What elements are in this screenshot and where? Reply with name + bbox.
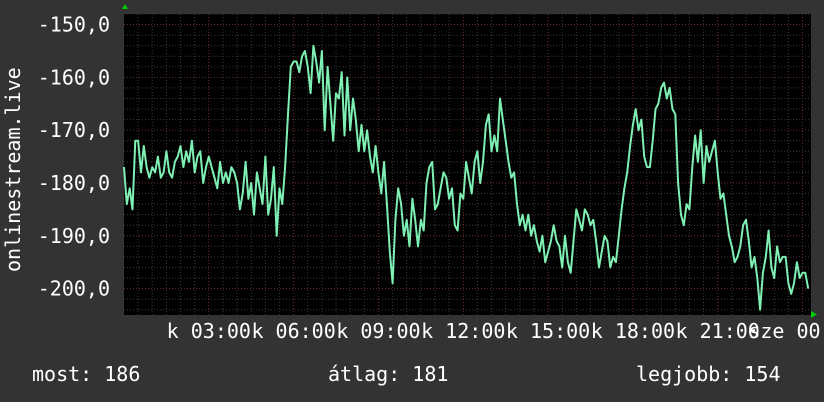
- x-tick-label: k 18:00: [591, 319, 675, 343]
- vertical-axis-label: onlinestream.live: [1, 67, 25, 272]
- x-tick-label: k 09:00: [336, 319, 420, 343]
- stat-average: átlag: 181: [328, 362, 449, 386]
- stat-current: most: 186: [32, 362, 141, 386]
- y-tick-label: -190,0: [38, 224, 110, 248]
- x-tick-label: k 12:00: [421, 319, 505, 343]
- y-tick-label: -200,0: [38, 277, 110, 301]
- y-tick-label: -180,0: [38, 171, 110, 195]
- x-tick-label: k 03:00: [167, 319, 251, 343]
- x-tick-label: sze 00:00: [748, 319, 824, 343]
- x-tick-label: k 15:00: [506, 319, 590, 343]
- x-axis-labels: k 03:00 k 06:00 k 09:00 k 12:00 k 15:00 k 18:…: [167, 319, 824, 343]
- x-tick-label: k 06:00: [251, 319, 335, 343]
- y-tick-label: -170,0: [38, 118, 110, 142]
- x-axis-arrow: [811, 311, 817, 318]
- y-tick-label: -150,0: [38, 13, 110, 37]
- stat-best: legjobb: 154: [636, 362, 781, 386]
- chart-container: -150,0 -160,0 -170,0 -180,0 -190,0 -200,0 k 0…: [0, 0, 824, 402]
- chart: -150,0 -160,0 -170,0 -180,0 -190,0 -200,0 k 0…: [1, 4, 824, 343]
- x-tick-label: k 21:00: [676, 319, 760, 343]
- y-axis-arrow: [122, 4, 128, 9]
- y-tick-label: -160,0: [38, 65, 110, 89]
- y-axis-labels: -150,0 -160,0 -170,0 -180,0 -190,0 -200,0: [38, 13, 110, 301]
